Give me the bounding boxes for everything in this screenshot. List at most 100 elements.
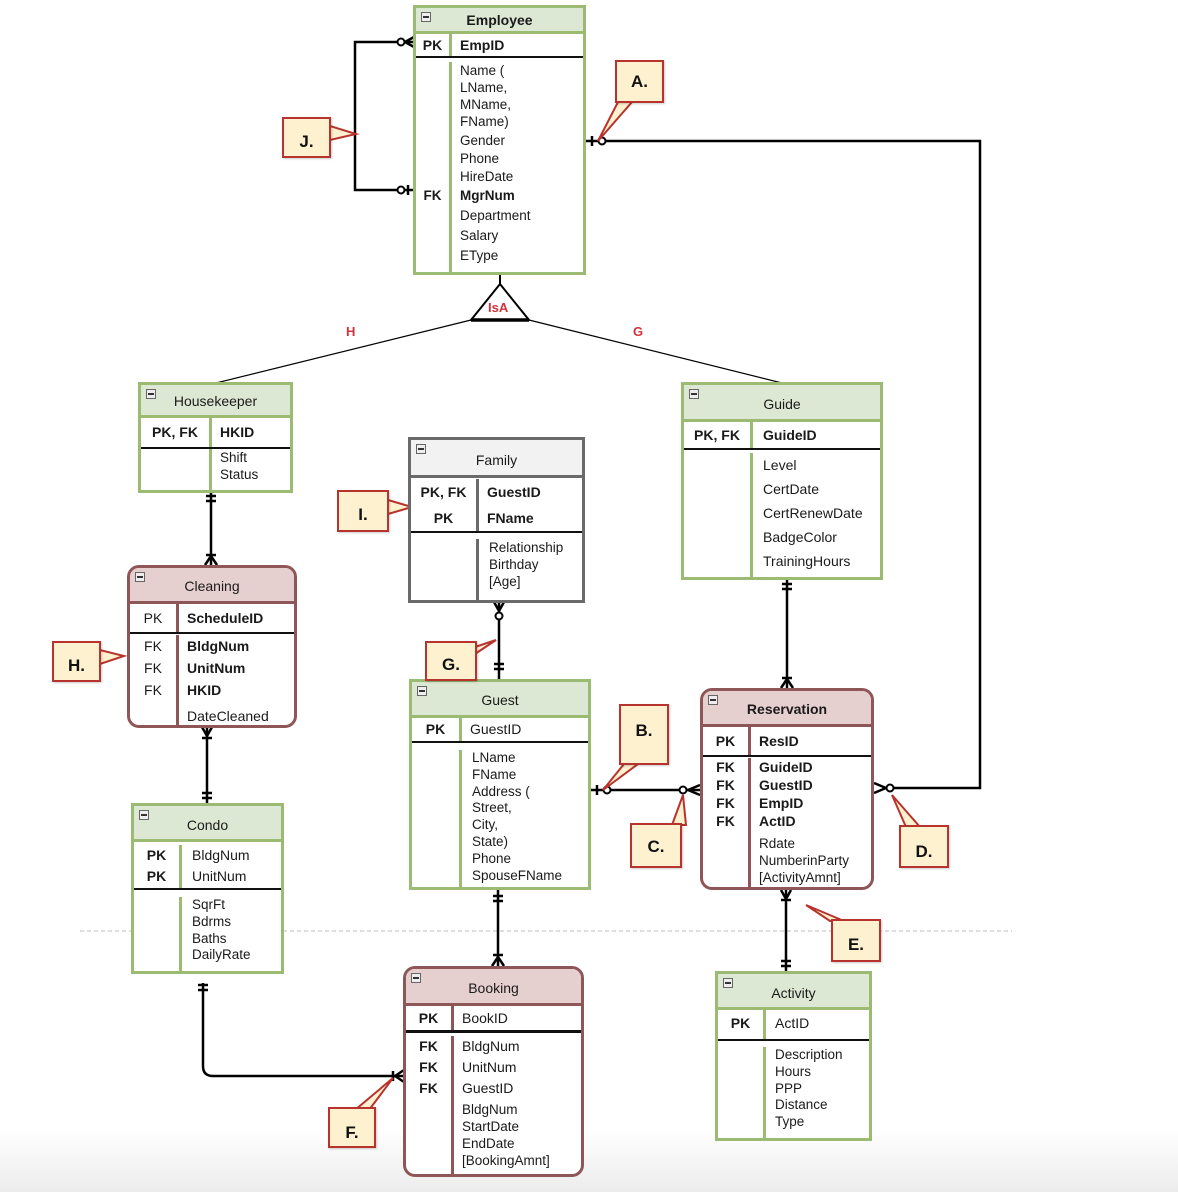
attribute: Hours (775, 1063, 812, 1079)
key-label: FK (716, 759, 735, 775)
entity-booking[interactable]: Booking PK BookID FK FK FK BldgNum UnitN… (403, 966, 584, 1177)
key-label: FK (716, 795, 735, 811)
collapse-icon[interactable] (421, 12, 431, 22)
attribute: [BookingAmnt] (462, 1153, 550, 1168)
attribute: UnitNum (462, 1059, 517, 1075)
entity-title: Housekeeper (173, 393, 258, 409)
key-label: FK (144, 660, 162, 676)
collapse-icon[interactable] (146, 389, 156, 399)
key-label: FK (423, 188, 442, 203)
key-label: FK (716, 813, 735, 829)
callout-g: G. (425, 641, 477, 681)
attribute: BadgeColor (763, 529, 837, 545)
collapse-icon[interactable] (417, 686, 427, 696)
callout-j: J. (282, 117, 331, 158)
attribute: HireDate (460, 169, 514, 184)
attribute: Rdate (759, 836, 796, 851)
attribute: GuideID (759, 759, 813, 775)
attribute: HKID (187, 682, 222, 698)
guide-reservation-relationship (779, 579, 795, 689)
attribute: CertDate (763, 481, 820, 497)
attribute: Shift (220, 450, 248, 465)
attribute: Type (775, 1114, 805, 1130)
attribute: GuideID (763, 427, 817, 443)
entity-title: Guest (481, 692, 519, 708)
attribute: TrainingHours (763, 553, 851, 569)
callout-d-pointer (891, 794, 923, 828)
entity-guide[interactable]: Guide PK, FK GuideID Level CertDate Cert… (681, 382, 883, 580)
entity-housekeeper[interactable]: Housekeeper PK, FK HKID Shift Status (138, 382, 293, 493)
collapse-icon[interactable] (708, 695, 718, 705)
attribute: GuestID (470, 721, 522, 737)
callout-b-pointer (602, 763, 642, 791)
collapse-icon[interactable] (139, 810, 149, 820)
attribute: Distance (775, 1097, 828, 1113)
entity-title: Employee (466, 12, 533, 28)
attribute: Description (775, 1047, 843, 1062)
entity-family[interactable]: Family PK, FK PK GuestID FName Relations… (408, 437, 585, 603)
entity-employee[interactable]: Employee PK EmpID FK Name ( LName, MName… (413, 5, 586, 275)
attribute: Gender (460, 133, 506, 148)
entity-cleaning[interactable]: Cleaning PK ScheduleID FK FK FK BldgNum … (127, 565, 297, 728)
callout-c: C. (630, 823, 682, 868)
attribute: ScheduleID (187, 610, 264, 626)
key-label: PK (715, 733, 736, 749)
entity-title: Guide (763, 396, 801, 412)
attribute: Address ( (472, 783, 530, 799)
attribute: BldgNum (462, 1102, 518, 1117)
collapse-icon[interactable] (416, 444, 426, 454)
subtype-edge-label-g: G (633, 324, 644, 339)
attribute: FName) (460, 114, 509, 129)
attribute: BookID (462, 1010, 508, 1026)
callout-a: A. (615, 60, 664, 103)
attribute: Status (220, 467, 259, 482)
isa-label: IsA (488, 300, 509, 315)
collapse-icon[interactable] (723, 978, 733, 988)
attribute: GuestID (759, 777, 813, 793)
entity-activity[interactable]: Activity PK ActID Description Hours PPP … (715, 971, 872, 1141)
callout-f: F. (328, 1107, 376, 1148)
attribute: StartDate (462, 1119, 520, 1134)
attribute: Name ( (460, 63, 505, 78)
key-label: PK (146, 847, 167, 863)
attribute: HKID (220, 424, 255, 440)
attribute: Birthday (489, 557, 539, 572)
key-label: FK (716, 777, 735, 793)
callout-i: I. (337, 490, 389, 532)
callout-h: H. (52, 641, 101, 682)
attribute: SpouseFName (472, 867, 563, 883)
attribute: Phone (460, 151, 500, 166)
key-label: FK (419, 1080, 438, 1096)
attribute: Bdrms (192, 913, 232, 929)
attribute: UnitNum (187, 660, 246, 676)
attribute: Relationship (489, 540, 564, 555)
guest-booking-relationship (490, 889, 506, 967)
attribute: GuestID (462, 1080, 514, 1096)
callout-d: D. (899, 825, 949, 868)
entity-guest[interactable]: Guest PK GuestID LName FName Address ( S… (409, 679, 591, 890)
key-label: PK (730, 1015, 751, 1031)
entity-reservation[interactable]: Reservation PK ResID FK FK FK FK GuideID… (700, 688, 874, 890)
collapse-icon[interactable] (689, 389, 699, 399)
collapse-icon[interactable] (135, 572, 145, 582)
attribute: State) (472, 833, 509, 849)
attribute: Level (763, 457, 797, 473)
key-label: PK, FK (694, 427, 740, 443)
entity-condo[interactable]: Condo PK PK BldgNum UnitNum SqrFt Bdrms … (131, 803, 284, 974)
attribute: GuestID (487, 484, 541, 500)
attribute: Salary (460, 228, 499, 243)
key-label: FK (419, 1038, 438, 1054)
attribute: [Age] (489, 574, 521, 589)
callout-j-pointer (329, 124, 360, 142)
collapse-icon[interactable] (411, 973, 421, 983)
attribute: LName (472, 750, 516, 765)
attribute: DailyRate (192, 947, 251, 963)
key-label: FK (144, 638, 162, 654)
key-label: PK (146, 868, 167, 884)
attribute: DateCleaned (187, 708, 269, 724)
entity-title: Activity (771, 985, 816, 1001)
attribute: EmpID (460, 37, 505, 53)
attribute: Department (460, 208, 531, 223)
entity-title: Condo (186, 817, 229, 833)
entity-title: Booking (468, 980, 519, 996)
